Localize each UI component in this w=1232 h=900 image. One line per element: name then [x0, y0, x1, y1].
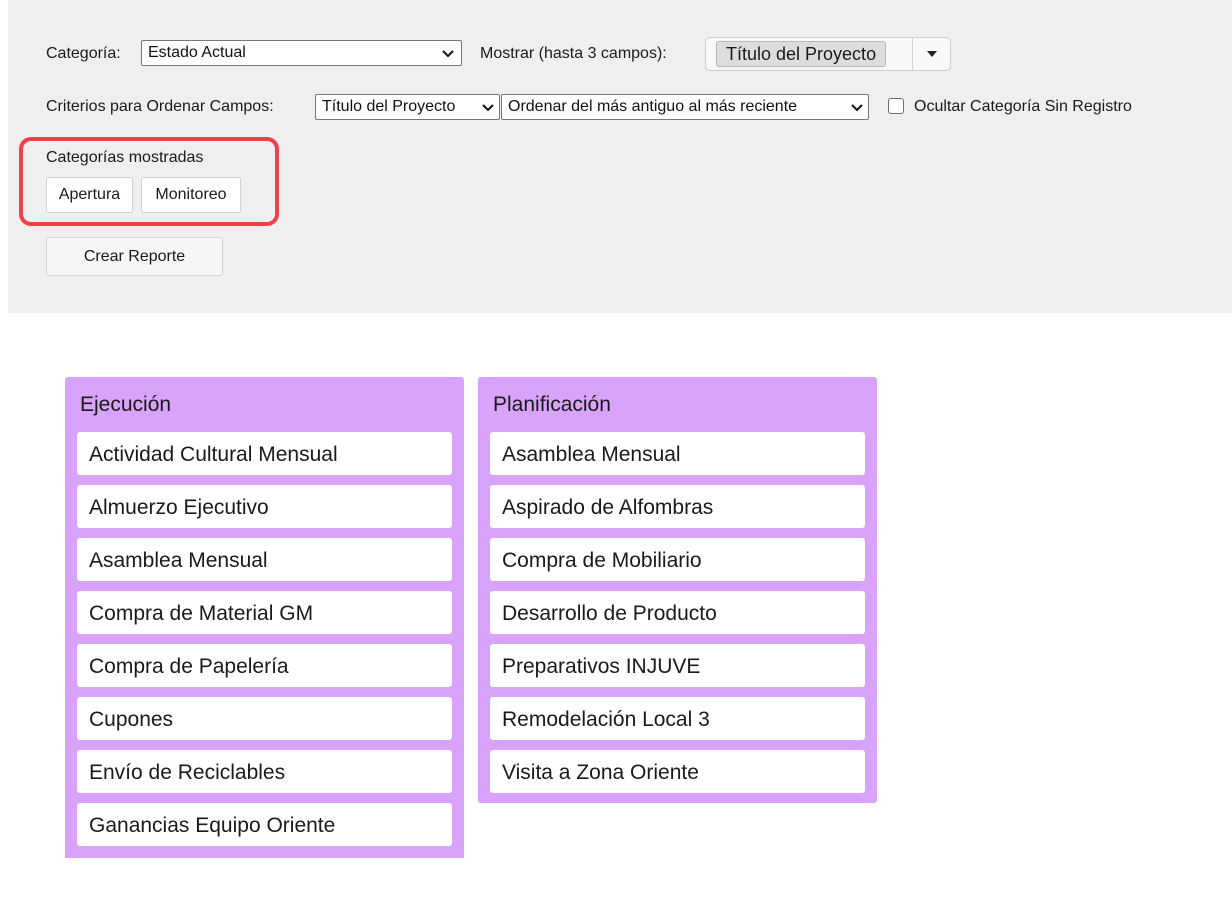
project-card[interactable]: Envío de Reciclables — [77, 750, 452, 793]
column-planificacion: Planificación Asamblea Mensual Aspirado … — [478, 377, 877, 803]
project-card[interactable]: Compra de Papelería — [77, 644, 452, 687]
multiselect-toggle[interactable] — [912, 38, 950, 70]
display-fields-multiselect[interactable]: Título del Proyecto — [705, 37, 951, 71]
category-chip-apertura[interactable]: Apertura — [46, 177, 133, 213]
create-report-button[interactable]: Crear Reporte — [46, 237, 223, 276]
sort-field-select[interactable]: Título del Proyecto — [315, 94, 500, 120]
project-card[interactable]: Preparativos INJUVE — [490, 644, 865, 687]
project-card[interactable]: Cupones — [77, 697, 452, 740]
column-title: Ejecución — [80, 393, 172, 416]
chevron-down-icon — [851, 104, 863, 112]
project-card[interactable]: Ganancias Equipo Oriente — [77, 803, 452, 846]
sort-order-select[interactable]: Ordenar del más antiguo al más reciente — [501, 94, 869, 120]
project-card[interactable]: Compra de Mobiliario — [490, 538, 865, 581]
category-label: Categoría: — [46, 45, 121, 62]
project-card[interactable]: Asamblea Mensual — [490, 432, 865, 475]
project-card[interactable]: Asamblea Mensual — [77, 538, 452, 581]
project-card[interactable]: Visita a Zona Oriente — [490, 750, 865, 793]
project-card[interactable]: Compra de Material GM — [77, 591, 452, 634]
category-chip-monitoreo[interactable]: Monitoreo — [141, 177, 241, 213]
sort-order-select-value: Ordenar del más antiguo al más reciente — [508, 98, 798, 115]
category-select[interactable]: Estado Actual — [141, 40, 462, 66]
project-card[interactable]: Remodelación Local 3 — [490, 697, 865, 740]
chevron-down-icon — [442, 50, 454, 58]
hide-empty-category-label: Ocultar Categoría Sin Registro — [914, 98, 1132, 115]
column-title: Planificación — [493, 393, 611, 416]
project-card[interactable]: Almuerzo Ejecutivo — [77, 485, 452, 528]
hide-empty-category-checkbox[interactable] — [888, 98, 904, 114]
chevron-down-icon — [482, 104, 494, 112]
category-select-value: Estado Actual — [148, 44, 246, 61]
project-card[interactable]: Aspirado de Alfombras — [490, 485, 865, 528]
project-card[interactable]: Desarrollo de Producto — [490, 591, 865, 634]
selected-field-chip[interactable]: Título del Proyecto — [716, 41, 887, 67]
sort-criteria-label: Criterios para Ordenar Campos: — [46, 98, 274, 115]
show-fields-label: Mostrar (hasta 3 campos): — [480, 45, 667, 62]
caret-down-icon — [926, 51, 937, 57]
sort-field-select-value: Título del Proyecto — [322, 98, 456, 115]
project-card[interactable]: Actividad Cultural Mensual — [77, 432, 452, 475]
column-ejecucion: Ejecución Actividad Cultural Mensual Alm… — [65, 377, 464, 858]
